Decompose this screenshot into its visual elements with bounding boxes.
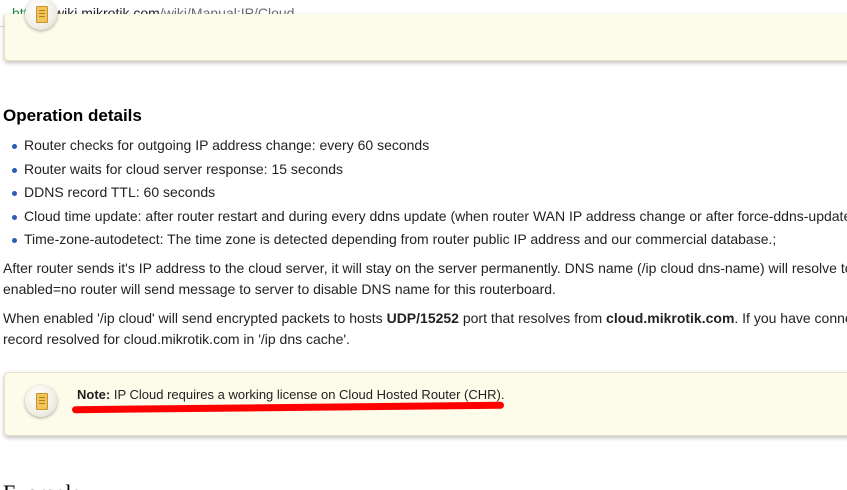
paragraph-line: record resolved for cloud.mikrotik.com i… bbox=[3, 331, 350, 347]
note-label: Note: bbox=[77, 387, 111, 402]
section-heading-operation-details: Operation details bbox=[3, 106, 142, 125]
section-heading-example: Example bbox=[3, 480, 81, 490]
list-item: Time-zone-autodetect: The time zone is d… bbox=[6, 230, 847, 254]
list-item: Router waits for cloud server response: … bbox=[6, 160, 847, 184]
text-span: When enabled '/ip cloud' will send encry… bbox=[3, 310, 387, 326]
list-item: Router checks for outgoing IP address ch… bbox=[6, 136, 847, 160]
port-text: UDP/15252 bbox=[386, 310, 459, 326]
note-icon bbox=[25, 0, 57, 30]
list-item: DDNS record TTL: 60 seconds bbox=[6, 183, 847, 207]
note-body: IP Cloud requires a working license on C… bbox=[110, 387, 505, 402]
list-item: Cloud time update: after router restart … bbox=[6, 207, 847, 231]
previous-note-box bbox=[4, 0, 847, 61]
paragraph-line: After router sends it's IP address to th… bbox=[3, 260, 847, 276]
hostname-text: cloud.mikrotik.com bbox=[606, 310, 735, 326]
note-text: Note: IP Cloud requires a working licens… bbox=[77, 387, 505, 402]
paragraph-dns-persistence: After router sends it's IP address to th… bbox=[3, 258, 847, 300]
text-span: . If you have conne bbox=[734, 310, 847, 326]
operation-details-list: Router checks for outgoing IP address ch… bbox=[6, 136, 847, 254]
text-span: port that resolves from bbox=[458, 310, 607, 326]
paragraph-udp-packets: When enabled '/ip cloud' will send encry… bbox=[3, 308, 847, 350]
wiki-page: https://wiki.mikrotik.com/wiki/Manual:IP… bbox=[0, 0, 847, 490]
note-icon bbox=[25, 385, 57, 417]
paragraph-line: When enabled '/ip cloud' will send encry… bbox=[3, 308, 847, 329]
paragraph-line: enabled=no router will send message to s… bbox=[3, 281, 556, 297]
